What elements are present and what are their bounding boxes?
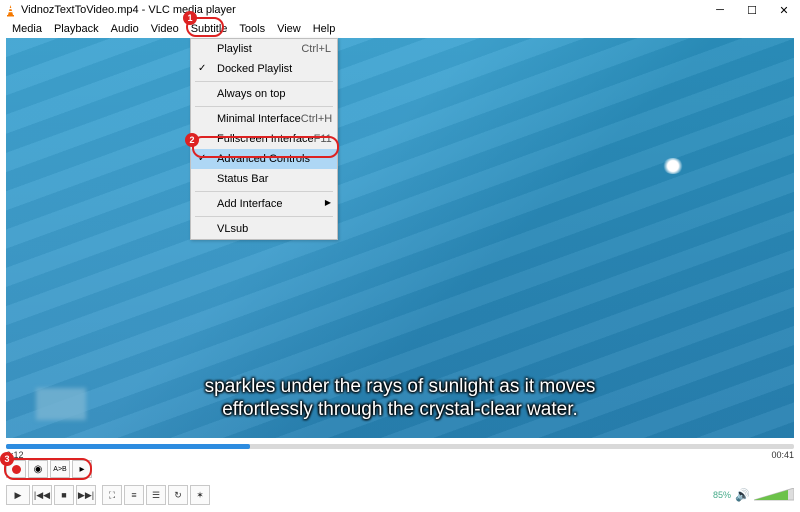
vlc-cone-icon — [4, 4, 17, 17]
shuffle-button[interactable]: ✶ — [190, 485, 210, 505]
playback-controls: ▶ |◀◀ ■ ▶▶| ⛶ ≡ ☰ ↻ ✶ 85% 🔊 — [6, 484, 794, 506]
menu-separator — [195, 81, 333, 82]
callout-number-2: 2 — [185, 133, 199, 147]
titlebar: VidnozTextToVideo.mp4 - VLC media player… — [0, 0, 800, 20]
snapshot-button[interactable]: ◉ — [28, 460, 48, 478]
window-controls: ─ ☐ ✕ — [704, 0, 800, 20]
menu-media[interactable]: Media — [6, 20, 48, 38]
video-area[interactable]: sparkles under the rays of sunlight as i… — [6, 38, 794, 438]
fullscreen-button[interactable]: ⛶ — [102, 485, 122, 505]
skip-back-icon: |◀◀ — [34, 490, 50, 501]
seek-progress — [6, 444, 250, 449]
callout-number-1: 1 — [183, 11, 197, 25]
skip-forward-icon: ▶▶| — [78, 490, 94, 501]
volume-percent: 85% — [713, 490, 731, 500]
stop-button[interactable]: ■ — [54, 485, 74, 505]
maximize-button[interactable]: ☐ — [736, 0, 768, 20]
volume-slider[interactable] — [754, 488, 794, 502]
camera-icon: ◉ — [34, 464, 43, 475]
close-button[interactable]: ✕ — [768, 0, 800, 20]
record-icon — [12, 465, 21, 474]
callout-number-3: 3 — [0, 452, 14, 466]
time-total: 00:41 — [771, 450, 794, 460]
window-title: VidnozTextToVideo.mp4 - VLC media player — [21, 4, 236, 16]
loop-ab-icon: A>B — [53, 466, 66, 473]
subtitle-line-1: sparkles under the rays of sunlight as i… — [46, 375, 754, 399]
check-icon: ✓ — [198, 63, 206, 74]
menu-playback[interactable]: Playback — [48, 20, 105, 38]
frame-step-button[interactable]: ▸ — [72, 460, 92, 478]
menu-separator — [195, 106, 333, 107]
menu-item-fullscreen-interface[interactable]: Fullscreen InterfaceF11 — [191, 129, 337, 149]
menu-item-playlist[interactable]: PlaylistCtrl+L — [191, 39, 337, 59]
frame-step-icon: ▸ — [79, 464, 84, 475]
extended-settings-button[interactable]: ≡ — [124, 485, 144, 505]
minimize-button[interactable]: ─ — [704, 0, 736, 20]
shuffle-icon: ✶ — [196, 490, 204, 501]
menu-view[interactable]: View — [271, 20, 307, 38]
subtitle-overlay: sparkles under the rays of sunlight as i… — [6, 375, 794, 423]
play-icon: ▶ — [15, 490, 22, 501]
menu-item-advanced-controls[interactable]: ✓ Advanced Controls — [191, 149, 337, 169]
loop-ab-button[interactable]: A>B — [50, 460, 70, 478]
volume-control: 85% 🔊 — [713, 488, 794, 502]
advanced-controls: ◉ A>B ▸ — [6, 460, 92, 478]
view-menu-dropdown: PlaylistCtrl+L ✓ Docked Playlist Always … — [190, 38, 338, 240]
menu-item-add-interface[interactable]: Add Interface▶ — [191, 194, 337, 214]
menu-video[interactable]: Video — [145, 20, 185, 38]
seek-bar[interactable]: 0:12 00:41 — [6, 442, 794, 454]
playlist-button[interactable]: ☰ — [146, 485, 166, 505]
menu-item-status-bar[interactable]: Status Bar — [191, 169, 337, 189]
menu-item-minimal-interface[interactable]: Minimal InterfaceCtrl+H — [191, 109, 337, 129]
menu-separator — [195, 191, 333, 192]
equalizer-icon: ≡ — [131, 490, 136, 500]
speaker-icon[interactable]: 🔊 — [735, 488, 750, 502]
playlist-icon: ☰ — [152, 490, 160, 501]
menu-item-vlsub[interactable]: VLsub — [191, 219, 337, 239]
sparkle-artifact — [662, 158, 684, 174]
menubar: Media Playback Audio Video Subtitle Tool… — [0, 20, 800, 38]
menu-item-always-on-top[interactable]: Always on top — [191, 84, 337, 104]
loop-button[interactable]: ↻ — [168, 485, 188, 505]
check-icon: ✓ — [198, 153, 206, 164]
menu-help[interactable]: Help — [307, 20, 342, 38]
stop-icon: ■ — [61, 490, 66, 500]
subtitle-line-2: effortlessly through the crystal-clear w… — [46, 398, 754, 422]
menu-tools[interactable]: Tools — [233, 20, 271, 38]
menu-audio[interactable]: Audio — [105, 20, 145, 38]
prev-button[interactable]: |◀◀ — [32, 485, 52, 505]
loop-icon: ↻ — [174, 490, 182, 501]
fullscreen-icon: ⛶ — [109, 490, 115, 501]
play-button[interactable]: ▶ — [6, 485, 30, 505]
next-button[interactable]: ▶▶| — [76, 485, 96, 505]
menu-item-docked-playlist[interactable]: ✓ Docked Playlist — [191, 59, 337, 79]
menu-separator — [195, 216, 333, 217]
chevron-right-icon: ▶ — [325, 198, 331, 210]
